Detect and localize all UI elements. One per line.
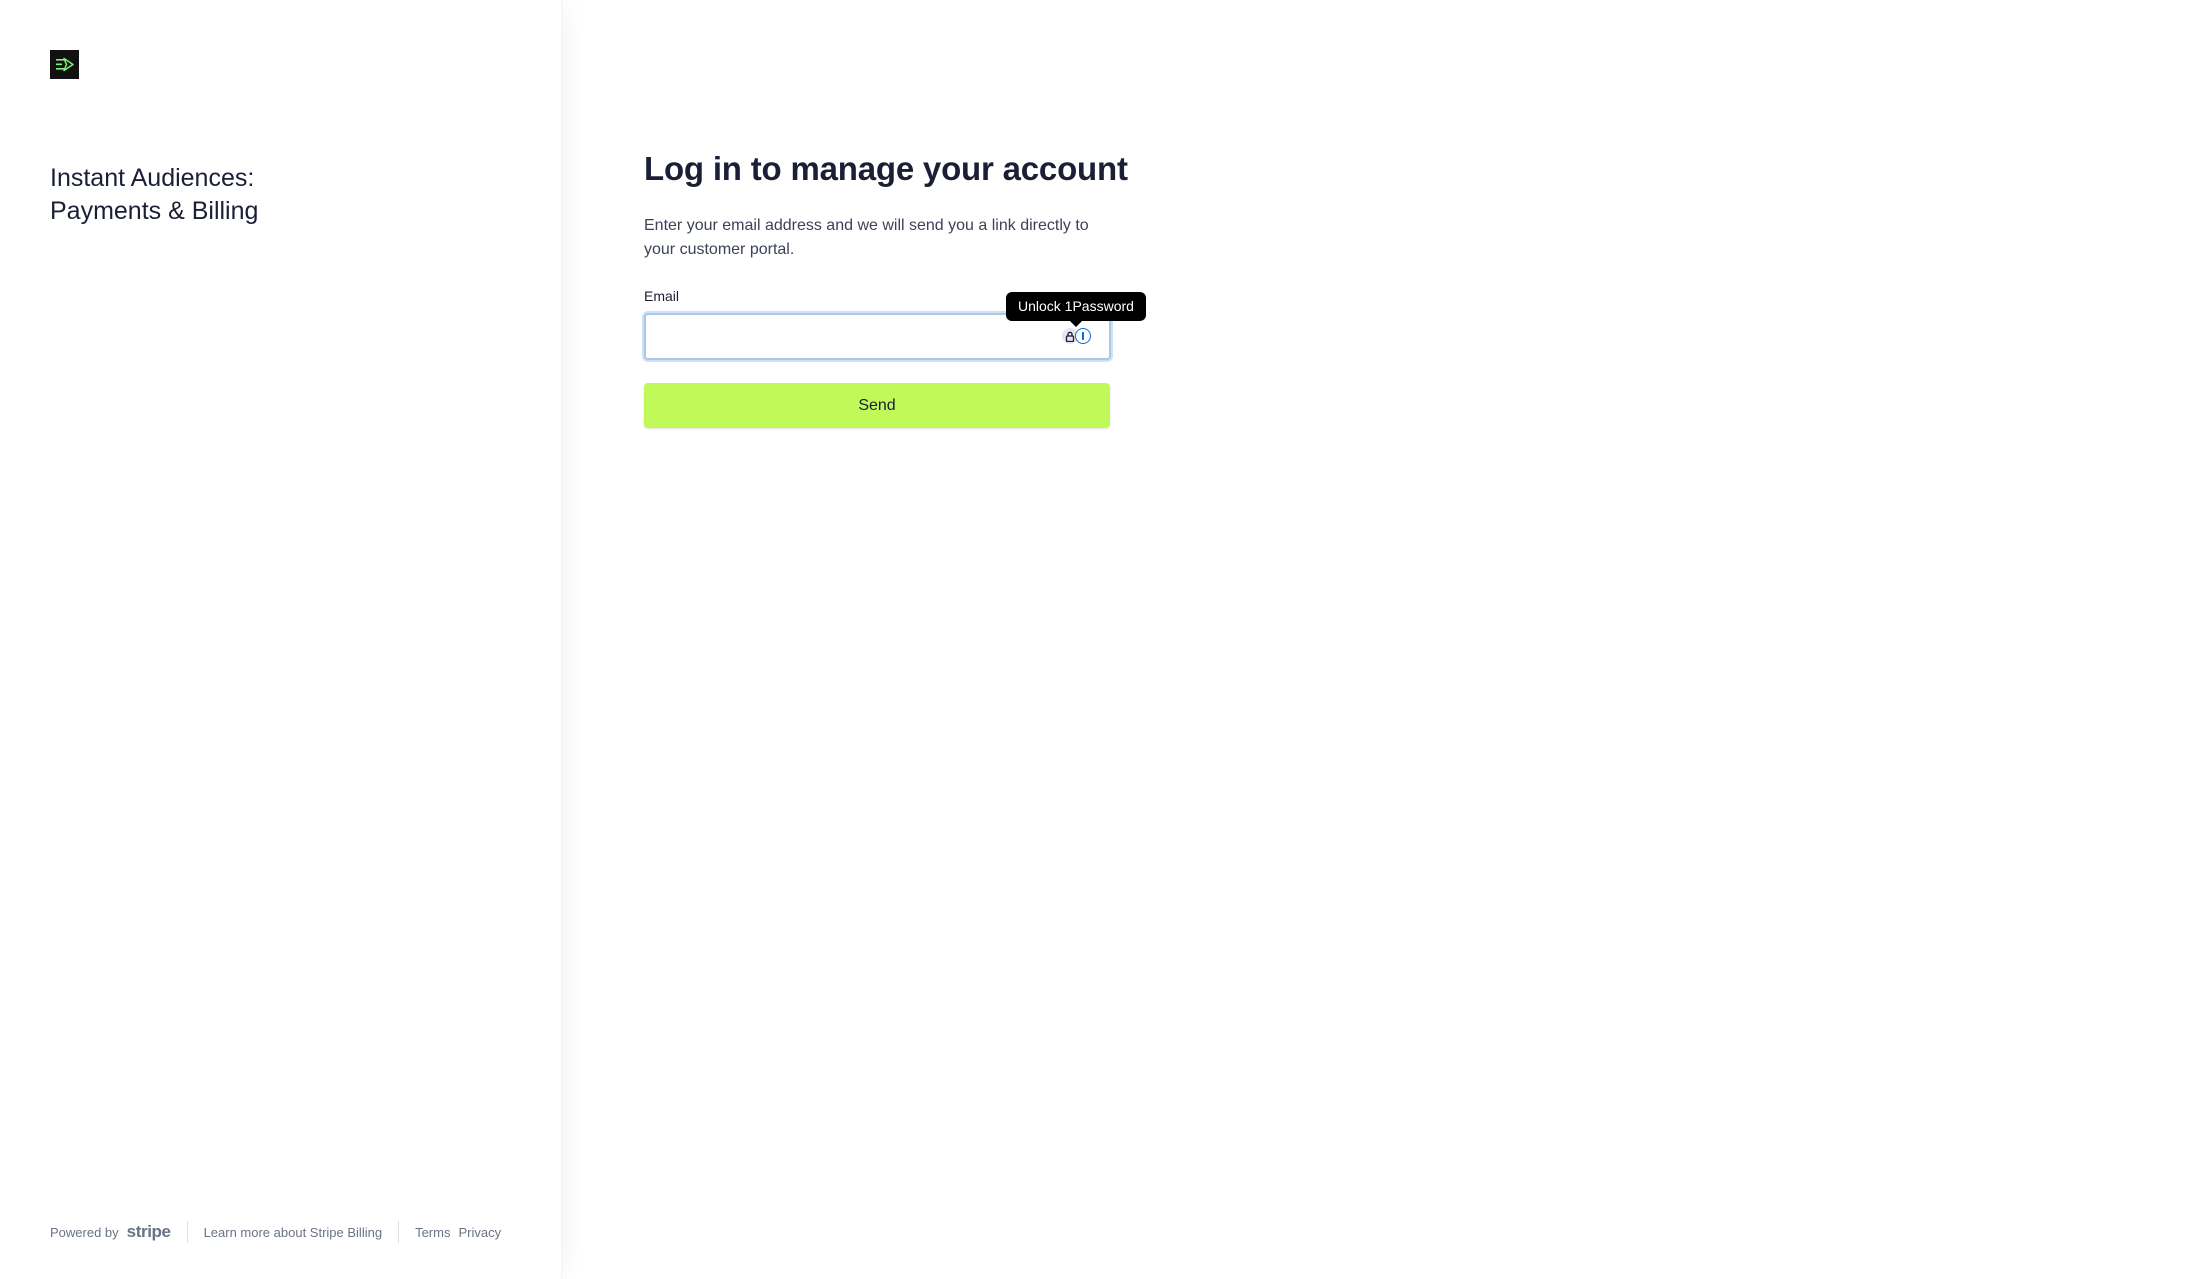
login-description-line-1: Enter your email address and we will sen… (644, 217, 1089, 234)
email-label: Email (644, 288, 680, 304)
business-name-line-1: Instant Audiences: (50, 164, 255, 192)
footer-divider (186, 1221, 188, 1243)
business-name: Instant Audiences: Payments & Billing (50, 162, 470, 228)
page: Instant Audiences: Payments & Billing Po… (0, 0, 2195, 1279)
privacy-link[interactable]: Privacy (458, 1225, 501, 1240)
page-title: Log in to manage your account (644, 150, 1128, 187)
powered-by-stripe-link[interactable]: Powered by stripe (50, 1222, 171, 1242)
learn-more-link[interactable]: Learn more about Stripe Billing (204, 1225, 383, 1240)
1password-icon (1075, 328, 1091, 344)
business-name-line-2: Payments & Billing (50, 197, 259, 225)
business-logo (50, 50, 79, 79)
footer: Powered by stripe Learn more about Strip… (50, 1220, 501, 1244)
stripe-logo: stripe (126, 1222, 171, 1241)
footer-divider (398, 1221, 400, 1243)
unlock-1password-tooltip: Unlock 1Password (1006, 292, 1146, 327)
send-arrow-logo-icon (56, 57, 74, 72)
login-description-line-2: your customer portal. (644, 241, 795, 258)
send-button[interactable]: Send (644, 383, 1110, 428)
1password-autofill-button[interactable] (1062, 328, 1091, 344)
login-description: Enter your email address and we will sen… (644, 214, 1124, 262)
email-field[interactable] (646, 315, 1109, 358)
left-panel: Instant Audiences: Payments & Billing Po… (0, 0, 562, 1279)
terms-link[interactable]: Terms (415, 1225, 450, 1240)
powered-by-label: Powered by (50, 1224, 119, 1240)
